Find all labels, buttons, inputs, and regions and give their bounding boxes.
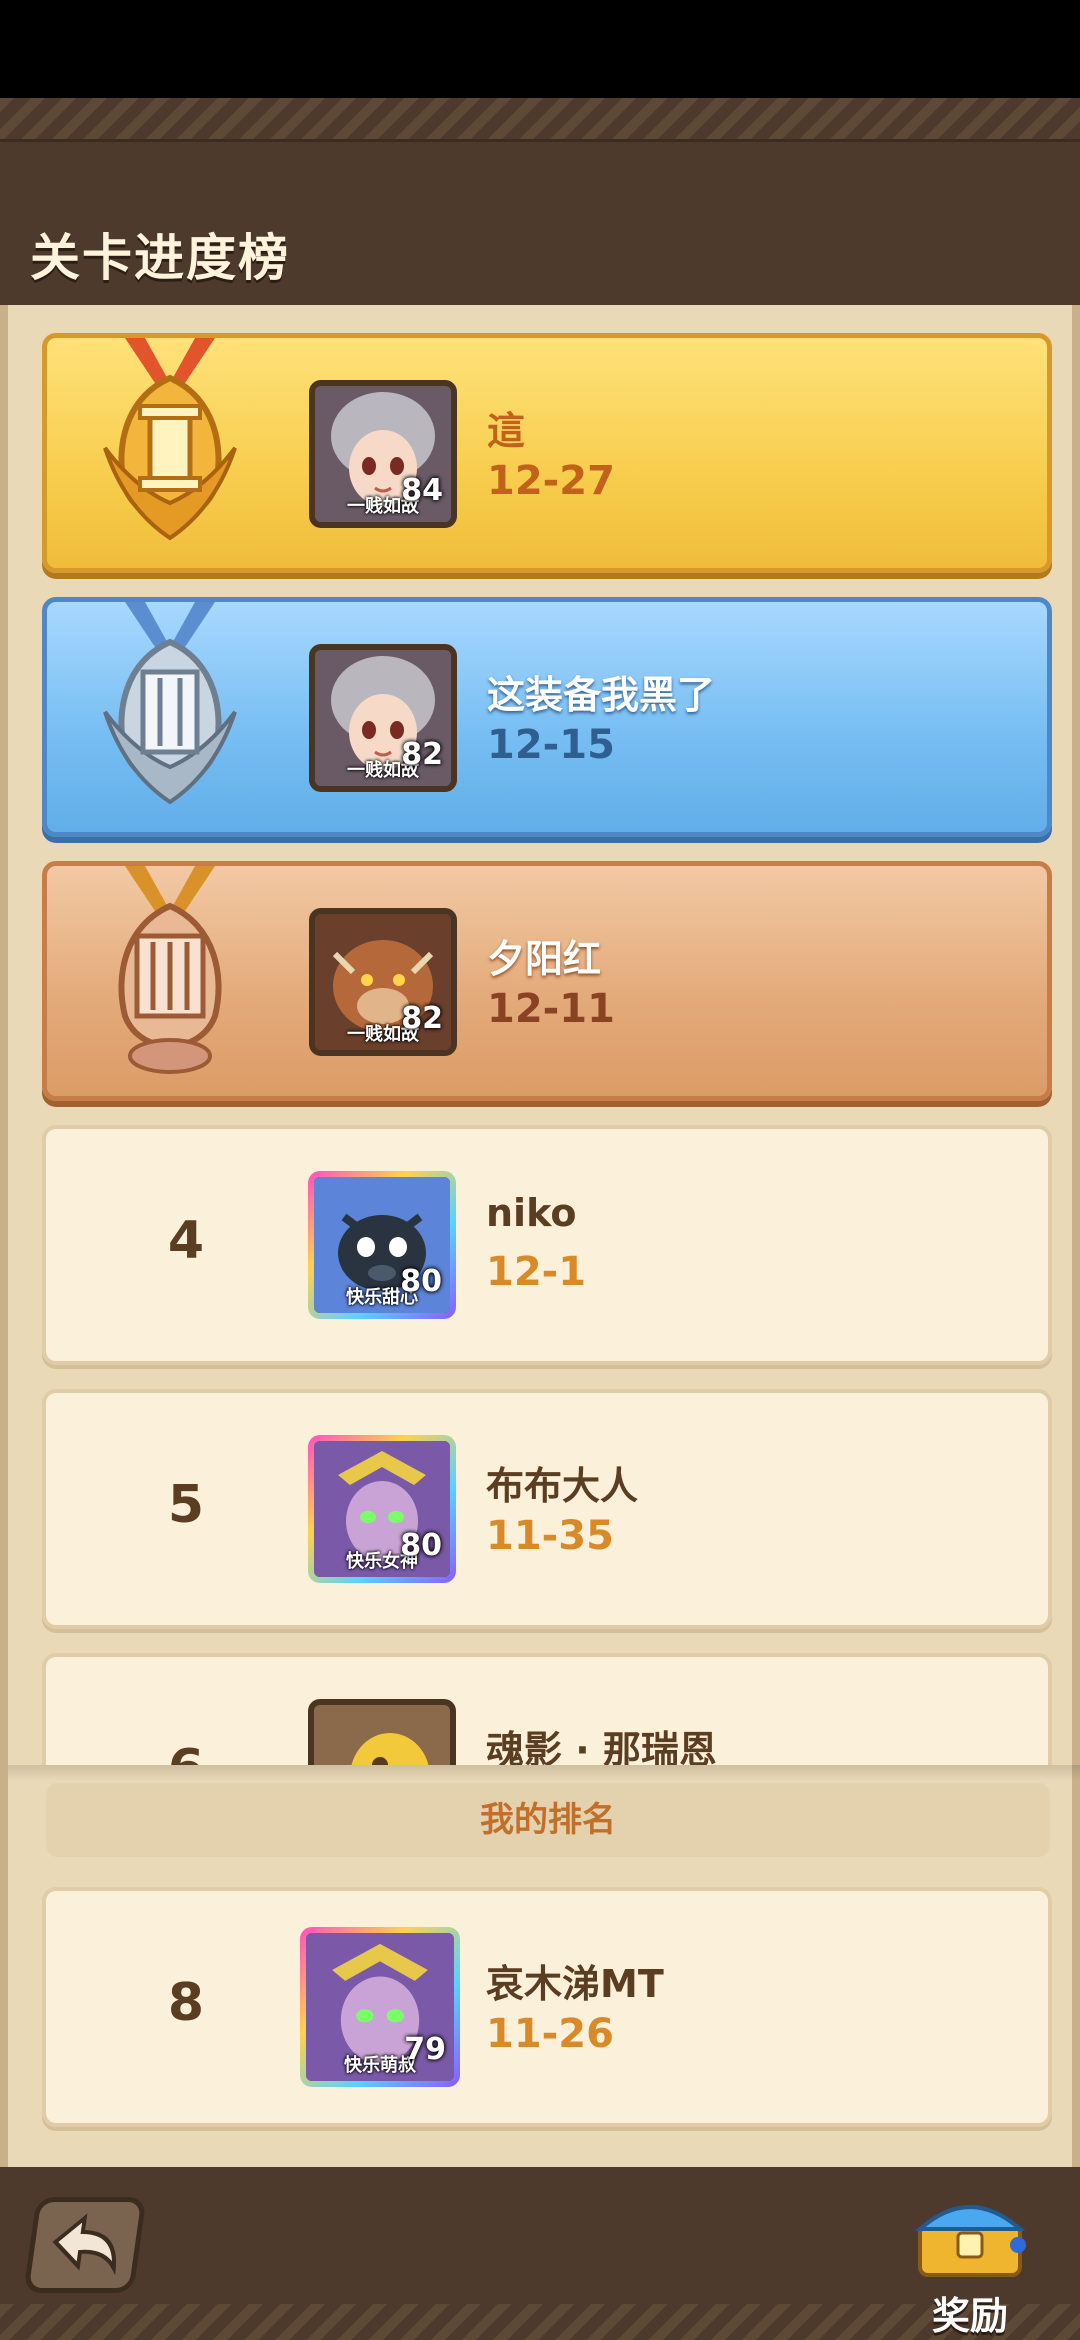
player-level: 79	[404, 2032, 446, 2067]
leaderboard-row-1[interactable]: 一贱如故 84 這 12-27	[42, 333, 1052, 573]
player-avatar[interactable]: 快乐女神 80	[308, 1435, 456, 1583]
back-button[interactable]	[23, 2197, 147, 2293]
bronze-medal-icon	[118, 866, 222, 1074]
player-avatar[interactable]	[308, 1699, 456, 1765]
player-avatar[interactable]: 一贱如故 82	[309, 644, 457, 792]
player-level: 82	[401, 737, 443, 772]
player-avatar[interactable]: 一贱如故 82	[309, 908, 457, 1056]
reward-button[interactable]: 奖励	[900, 2185, 1040, 2338]
header-pattern	[0, 98, 1080, 142]
back-arrow-icon	[52, 2213, 116, 2276]
my-rank-row[interactable]: 8 快乐萌叔 79 哀木涕MT 11-26	[42, 1887, 1052, 2127]
leaderboard-row-5[interactable]: 5 快乐女神 80 布布大人 11-35	[42, 1389, 1052, 1629]
player-name: 布布大人	[486, 1464, 639, 1508]
player-name: 哀木涕MT	[486, 1962, 664, 2006]
leaderboard-row-2[interactable]: 一贱如故 82 这装备我黑了 12-15	[42, 597, 1052, 837]
treasure-chest-icon	[914, 2205, 1026, 2277]
player-stage: 12-1	[486, 1249, 587, 1295]
footer-panel: 奖励	[0, 2167, 1080, 2340]
player-stage: 12-27	[487, 458, 615, 504]
silver-medal-icon	[103, 602, 237, 805]
player-level: 82	[401, 1001, 443, 1036]
player-stage: 11-26	[486, 2011, 614, 2057]
player-stage: 12-15	[487, 722, 615, 768]
player-name: 魂影 · 那瑞恩	[486, 1728, 717, 1765]
player-avatar[interactable]: 一贱如故 84	[309, 380, 457, 528]
avatar-portrait	[314, 1705, 450, 1765]
player-avatar[interactable]: 快乐萌叔 79	[300, 1927, 460, 2087]
player-level: 84	[401, 473, 443, 508]
rank-number: 6	[146, 1739, 226, 1765]
player-name: 这装备我黑了	[487, 673, 716, 717]
list-divider	[8, 1765, 1080, 1781]
player-level: 80	[400, 1528, 442, 1563]
player-stage: 12-11	[487, 986, 615, 1032]
leaderboard-row-4[interactable]: 4 快乐甜心 80 niko 12-1	[42, 1125, 1052, 1365]
player-level: 80	[400, 1264, 442, 1299]
leaderboard-list[interactable]: 一贱如故 84 這 12-27 一贱如故 82 这装备我黑了 12-15 一贱如…	[8, 305, 1080, 1765]
leaderboard-row-3[interactable]: 一贱如故 82 夕阳红 12-11	[42, 861, 1052, 1101]
player-name: niko	[486, 1191, 577, 1235]
status-bar	[0, 0, 1080, 98]
header-panel: 关卡进度榜	[0, 98, 1080, 308]
page-title: 关卡进度榜	[30, 229, 290, 287]
leaderboard-area: 一贱如故 84 這 12-27 一贱如故 82 这装备我黑了 12-15 一贱如…	[0, 305, 1080, 2167]
player-name: 夕阳红	[487, 937, 602, 981]
rank-number: 4	[167, 1211, 205, 1271]
leaderboard-row-6[interactable]: 6 魂影 · 那瑞恩	[42, 1653, 1052, 1765]
player-name: 這	[487, 409, 526, 453]
rank-number: 8	[167, 1973, 205, 2033]
rank-number: 5	[167, 1475, 205, 1535]
player-stage: 11-35	[486, 1513, 614, 1559]
player-avatar[interactable]: 快乐甜心 80	[308, 1171, 456, 1319]
my-rank-label: 我的排名	[46, 1783, 1050, 1857]
reward-label: 奖励	[931, 2294, 1008, 2338]
gold-medal-icon	[103, 338, 237, 541]
